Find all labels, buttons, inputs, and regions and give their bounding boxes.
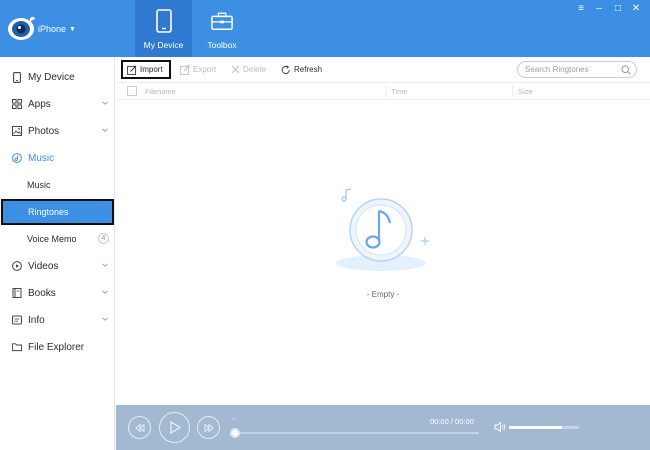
music-icon — [12, 153, 22, 163]
search-icon[interactable] — [621, 65, 631, 75]
empty-music-illustration-icon — [336, 188, 429, 271]
volume-slider[interactable] — [509, 426, 579, 429]
sidebar-item-label: Ringtones — [28, 207, 69, 217]
chevron-down-icon[interactable] — [102, 289, 108, 295]
import-icon — [127, 65, 137, 75]
play-button[interactable] — [159, 412, 190, 443]
books-icon — [12, 288, 22, 298]
play-icon — [169, 421, 181, 434]
count-badge: 4 — [98, 233, 109, 244]
sidebar: My Device Apps Photos Music Music Ringto… — [0, 57, 115, 450]
sidebar-item-label: Music — [28, 152, 55, 164]
sidebar-subitem-music[interactable]: Music — [0, 172, 115, 198]
device-selector[interactable]: iPhone ▼ — [38, 24, 76, 34]
toolbar: Import Export Delete Refresh — [116, 57, 650, 82]
table-header: Filename Time Size — [116, 82, 650, 100]
delete-button[interactable]: Delete — [231, 60, 266, 79]
sidebar-item-label: Videos — [28, 260, 59, 272]
menu-icon[interactable]: ≡ — [574, 3, 588, 15]
caret-down-icon: ▼ — [69, 25, 76, 33]
app-logo-icon — [8, 16, 35, 40]
sidebar-item-music[interactable]: Music — [0, 145, 115, 171]
chevron-down-icon[interactable] — [102, 127, 108, 133]
device-name-label: iPhone — [38, 24, 67, 34]
search-box[interactable] — [517, 61, 637, 78]
phone-icon — [153, 9, 175, 33]
export-label: Export — [193, 65, 217, 74]
select-all-checkbox[interactable] — [127, 86, 137, 96]
sidebar-subitem-voice-memo[interactable]: Voice Memo 4 — [0, 226, 115, 252]
title-bar: iPhone ▼ My Device Toolbox ≡ – □ ✕ — [0, 0, 650, 57]
track-name: -- — [231, 416, 236, 423]
toolbox-icon — [211, 9, 233, 33]
sidebar-item-label: Music — [27, 180, 51, 190]
next-icon — [204, 423, 214, 432]
sidebar-item-apps[interactable]: Apps — [0, 91, 115, 117]
tab-my-device[interactable]: My Device — [135, 0, 192, 57]
next-track-button[interactable] — [197, 416, 220, 439]
import-button[interactable]: Import — [121, 60, 171, 79]
refresh-label: Refresh — [294, 65, 323, 74]
minimize-icon[interactable]: – — [592, 3, 606, 15]
column-divider — [512, 85, 513, 97]
sidebar-item-my-device[interactable]: My Device — [0, 64, 115, 90]
column-header-time[interactable]: Time — [391, 87, 407, 96]
info-icon — [12, 315, 22, 325]
volume-icon[interactable] — [494, 421, 506, 433]
column-divider — [386, 85, 387, 97]
device-icon — [12, 71, 22, 83]
sidebar-item-label: File Explorer — [28, 341, 85, 353]
sidebar-item-label: Voice Memo — [27, 234, 77, 244]
sidebar-item-file-explorer[interactable]: File Explorer — [0, 334, 115, 360]
tab-label: Toolbox — [207, 40, 237, 50]
previous-track-button[interactable] — [128, 416, 151, 439]
tab-toolbox[interactable]: Toolbox — [194, 0, 250, 57]
tab-label: My Device — [143, 40, 184, 50]
chevron-down-icon[interactable] — [102, 316, 108, 322]
export-button[interactable]: Export — [180, 60, 216, 79]
sidebar-item-info[interactable]: Info — [0, 307, 115, 333]
chevron-down-icon[interactable] — [102, 100, 108, 106]
refresh-icon — [281, 64, 290, 74]
volume-level — [509, 426, 562, 429]
delete-label: Delete — [243, 65, 267, 74]
refresh-button[interactable]: Refresh — [281, 60, 322, 79]
videos-icon — [12, 261, 22, 271]
column-header-size[interactable]: Size — [518, 87, 533, 96]
sidebar-item-label: Apps — [28, 98, 51, 110]
sidebar-item-photos[interactable]: Photos — [0, 118, 115, 144]
sidebar-subitem-ringtones[interactable]: Ringtones — [1, 199, 114, 225]
search-input[interactable] — [525, 65, 621, 74]
apps-icon — [12, 99, 22, 109]
export-icon — [180, 65, 190, 75]
content-area: - Empty - — [116, 100, 650, 405]
chevron-down-icon[interactable] — [102, 262, 108, 268]
maximize-icon[interactable]: □ — [611, 3, 625, 15]
sidebar-item-label: Books — [28, 287, 56, 299]
column-header-filename[interactable]: Filename — [145, 87, 176, 96]
progress-knob[interactable] — [230, 428, 240, 438]
sidebar-item-label: My Device — [28, 71, 75, 83]
media-player: -- 00:00 / 00:00 — [116, 405, 650, 450]
photos-icon — [12, 126, 22, 136]
delete-x-icon — [231, 65, 240, 74]
sidebar-item-videos[interactable]: Videos — [0, 253, 115, 279]
sidebar-item-books[interactable]: Books — [0, 280, 115, 306]
progress-bar[interactable] — [235, 432, 479, 434]
close-icon[interactable]: ✕ — [629, 3, 643, 15]
empty-state-label: - Empty - — [366, 290, 400, 299]
folder-icon — [12, 342, 22, 352]
sidebar-item-label: Photos — [28, 125, 60, 137]
previous-icon — [134, 423, 144, 432]
import-label: Import — [140, 65, 163, 74]
playback-time: 00:00 / 00:00 — [430, 417, 474, 426]
sidebar-item-label: Info — [28, 314, 45, 326]
